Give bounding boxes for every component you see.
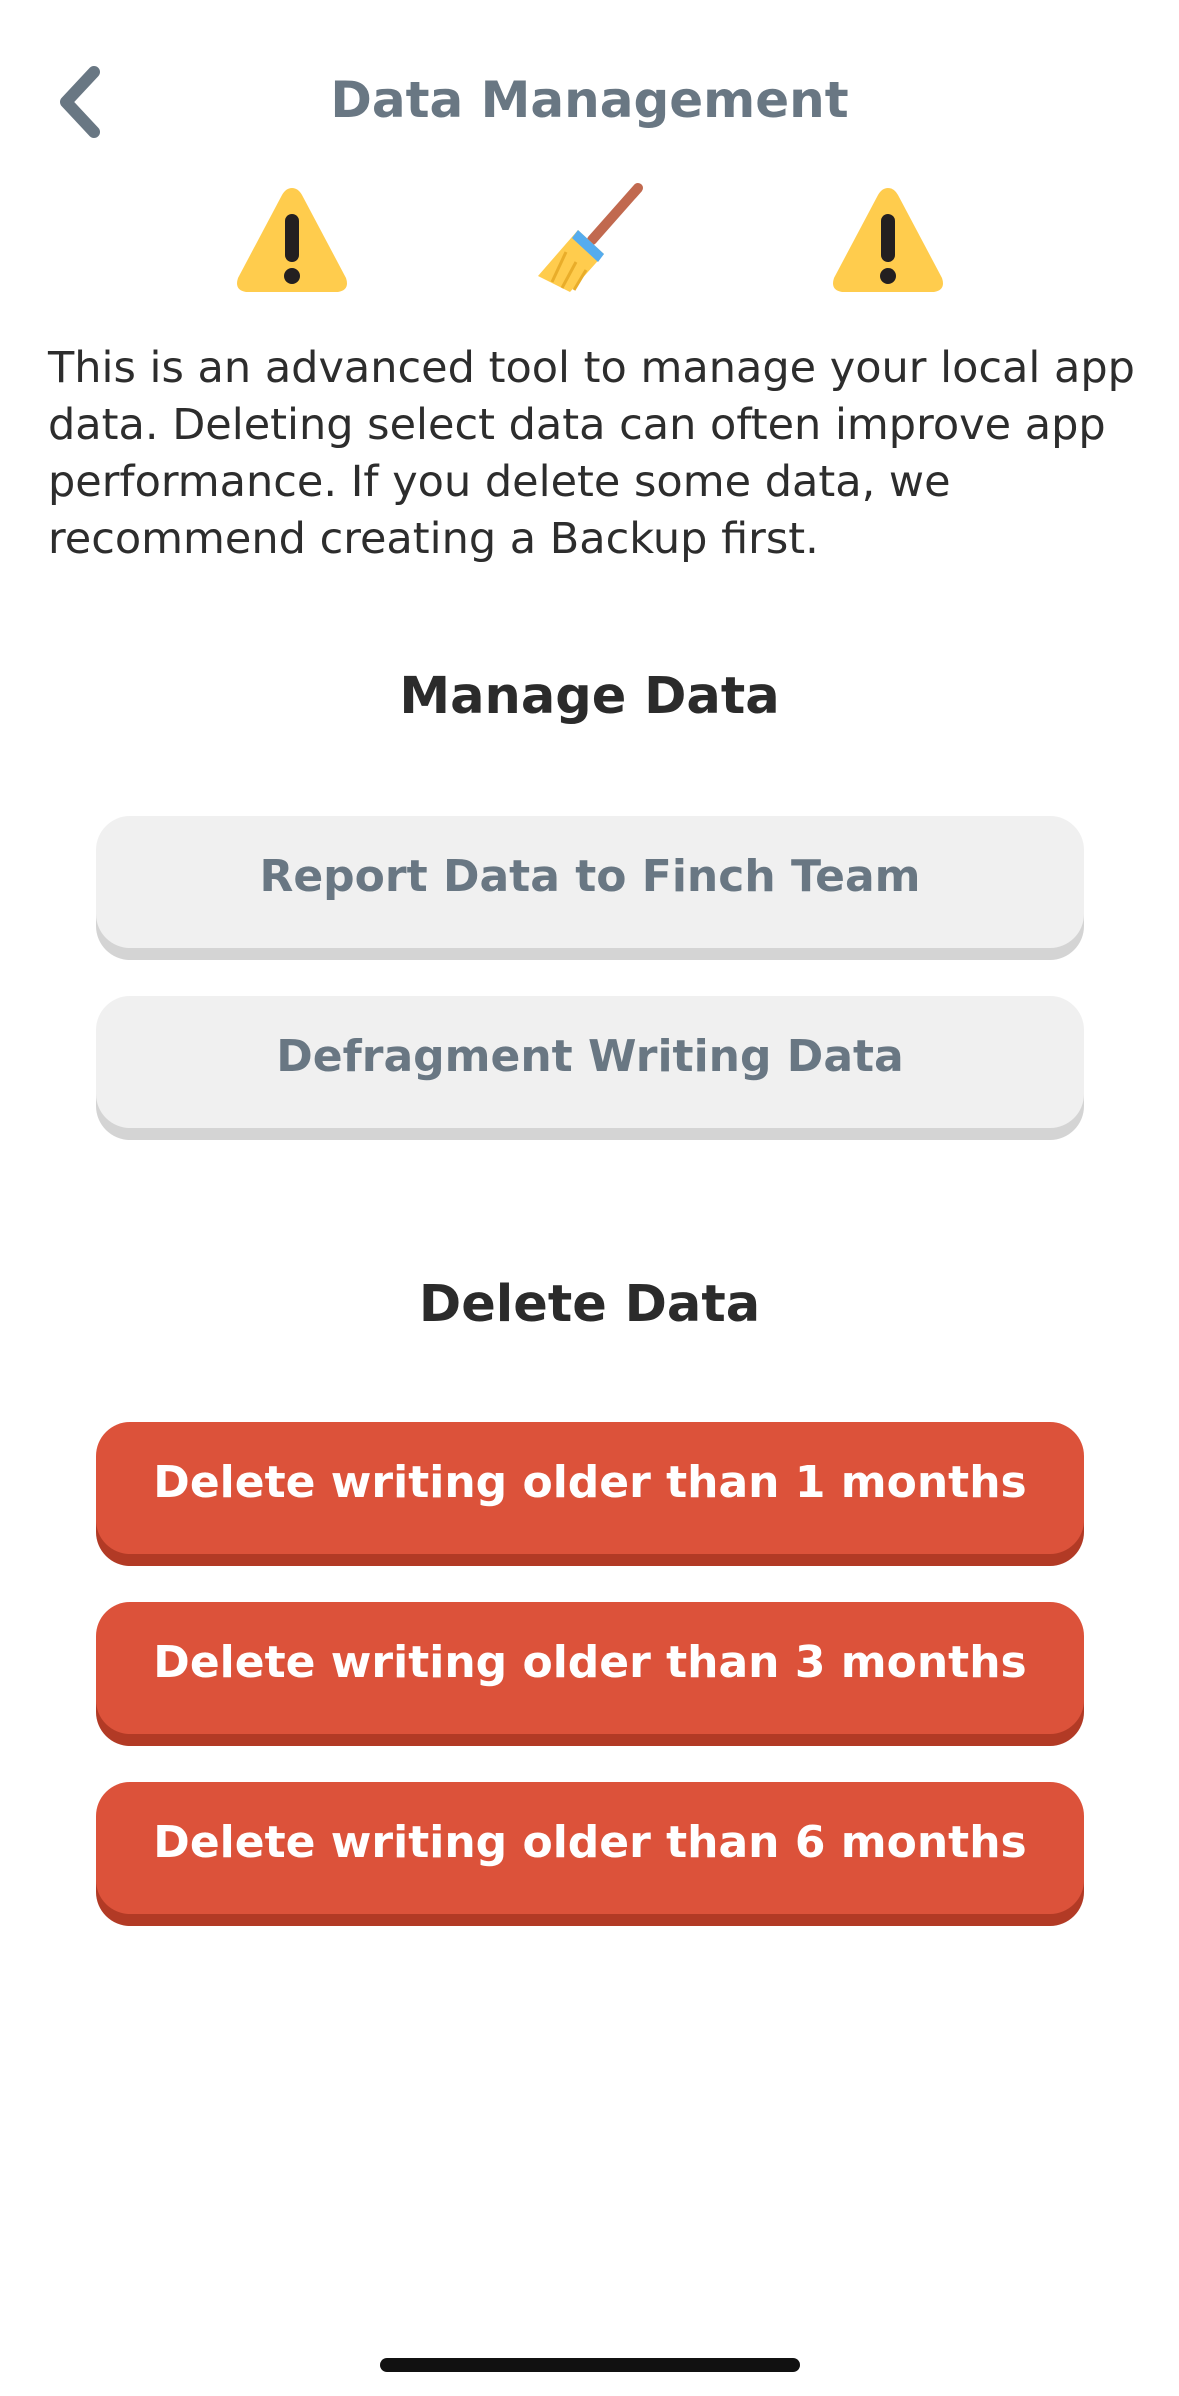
emoji-row [0, 180, 1179, 300]
delete-3-months-button[interactable]: Delete writing older than 3 months [96, 1602, 1084, 1734]
broom-icon [538, 183, 643, 292]
header: Data Management [0, 0, 1179, 200]
manage-data-title: Manage Data [399, 667, 780, 726]
delete-6-months-button[interactable]: Delete writing older than 6 months [96, 1782, 1084, 1914]
warning-icon [833, 188, 943, 292]
page-title: Data Management [330, 71, 849, 129]
intro-text: This is an advanced tool to manage your … [48, 343, 1135, 564]
report-data-button[interactable]: Report Data to Finch Team [96, 816, 1084, 948]
defragment-writing-button[interactable]: Defragment Writing Data [96, 996, 1084, 1128]
home-indicator[interactable] [380, 2358, 800, 2372]
delete-1-month-button[interactable]: Delete writing older than 1 months [96, 1422, 1084, 1554]
warning-icon [237, 188, 347, 292]
delete-data-title: Delete Data [418, 1275, 761, 1334]
